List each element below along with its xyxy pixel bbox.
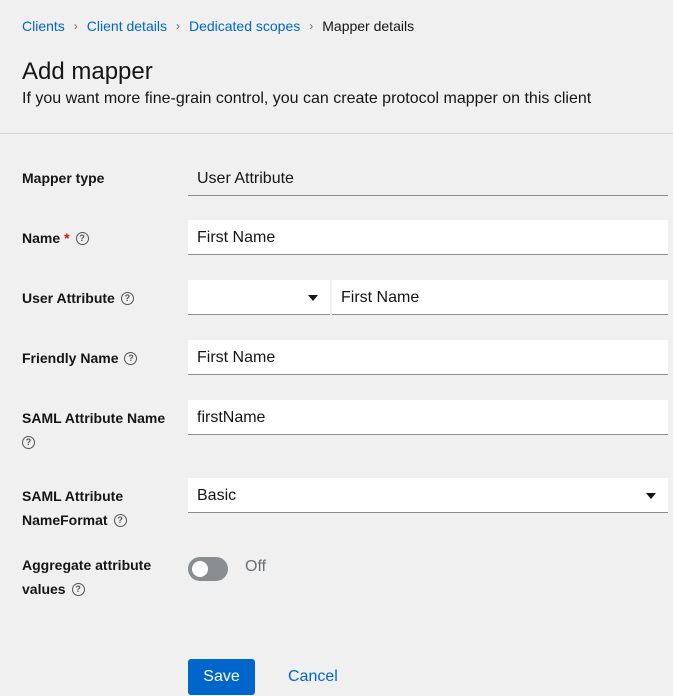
help-icon[interactable]: ? (71, 582, 85, 596)
friendly-name-label: Friendly Name? (22, 346, 138, 370)
breadcrumb: Clients › Client details › Dedicated sco… (22, 18, 414, 34)
aggregate-toggle[interactable] (188, 557, 228, 581)
saml-attribute-name-label: SAML Attribute Name ? (22, 410, 166, 449)
breadcrumb-separator: › (309, 19, 314, 33)
cancel-button[interactable]: Cancel (276, 659, 350, 695)
user-attribute-label: User Attribute? (22, 286, 134, 310)
breadcrumb-current: Mapper details (322, 18, 415, 34)
saml-nameformat-label: SAML Attribute NameFormat? (22, 484, 127, 532)
breadcrumb-separator: › (73, 19, 78, 33)
save-button[interactable]: Save (188, 659, 255, 695)
name-label: Name *? (22, 226, 89, 250)
mapper-type-label: Mapper type (22, 170, 105, 186)
caret-down-icon (308, 295, 318, 301)
saml-attribute-name-input[interactable]: firstName (188, 400, 668, 435)
aggregate-label: Aggregate attribute values? (22, 557, 152, 597)
header-divider (0, 133, 673, 134)
name-input[interactable]: First Name (188, 220, 668, 255)
help-icon[interactable]: ? (124, 351, 138, 365)
help-icon[interactable]: ? (120, 291, 134, 305)
caret-down-icon (646, 493, 656, 499)
breadcrumb-clients[interactable]: Clients (22, 18, 65, 34)
page-title: Add mapper (22, 58, 153, 85)
help-icon[interactable]: ? (22, 435, 35, 449)
help-icon[interactable]: ? (75, 231, 89, 245)
required-mark: * (64, 230, 70, 246)
breadcrumb-dedicated-scopes[interactable]: Dedicated scopes (189, 18, 300, 34)
page-subtitle: If you want more fine-grain control, you… (22, 90, 592, 107)
saml-nameformat-select[interactable]: Basic (188, 478, 668, 513)
friendly-name-input[interactable]: First Name (188, 340, 668, 375)
breadcrumb-client-details[interactable]: Client details (87, 18, 167, 34)
user-attribute-select[interactable] (188, 280, 330, 315)
breadcrumb-separator: › (175, 19, 180, 33)
mapper-type-value: User Attribute (188, 161, 668, 196)
user-attribute-input[interactable]: First Name (332, 280, 668, 315)
toggle-knob (192, 561, 208, 577)
aggregate-toggle-state: Off (245, 558, 267, 575)
help-icon[interactable]: ? (113, 513, 127, 527)
